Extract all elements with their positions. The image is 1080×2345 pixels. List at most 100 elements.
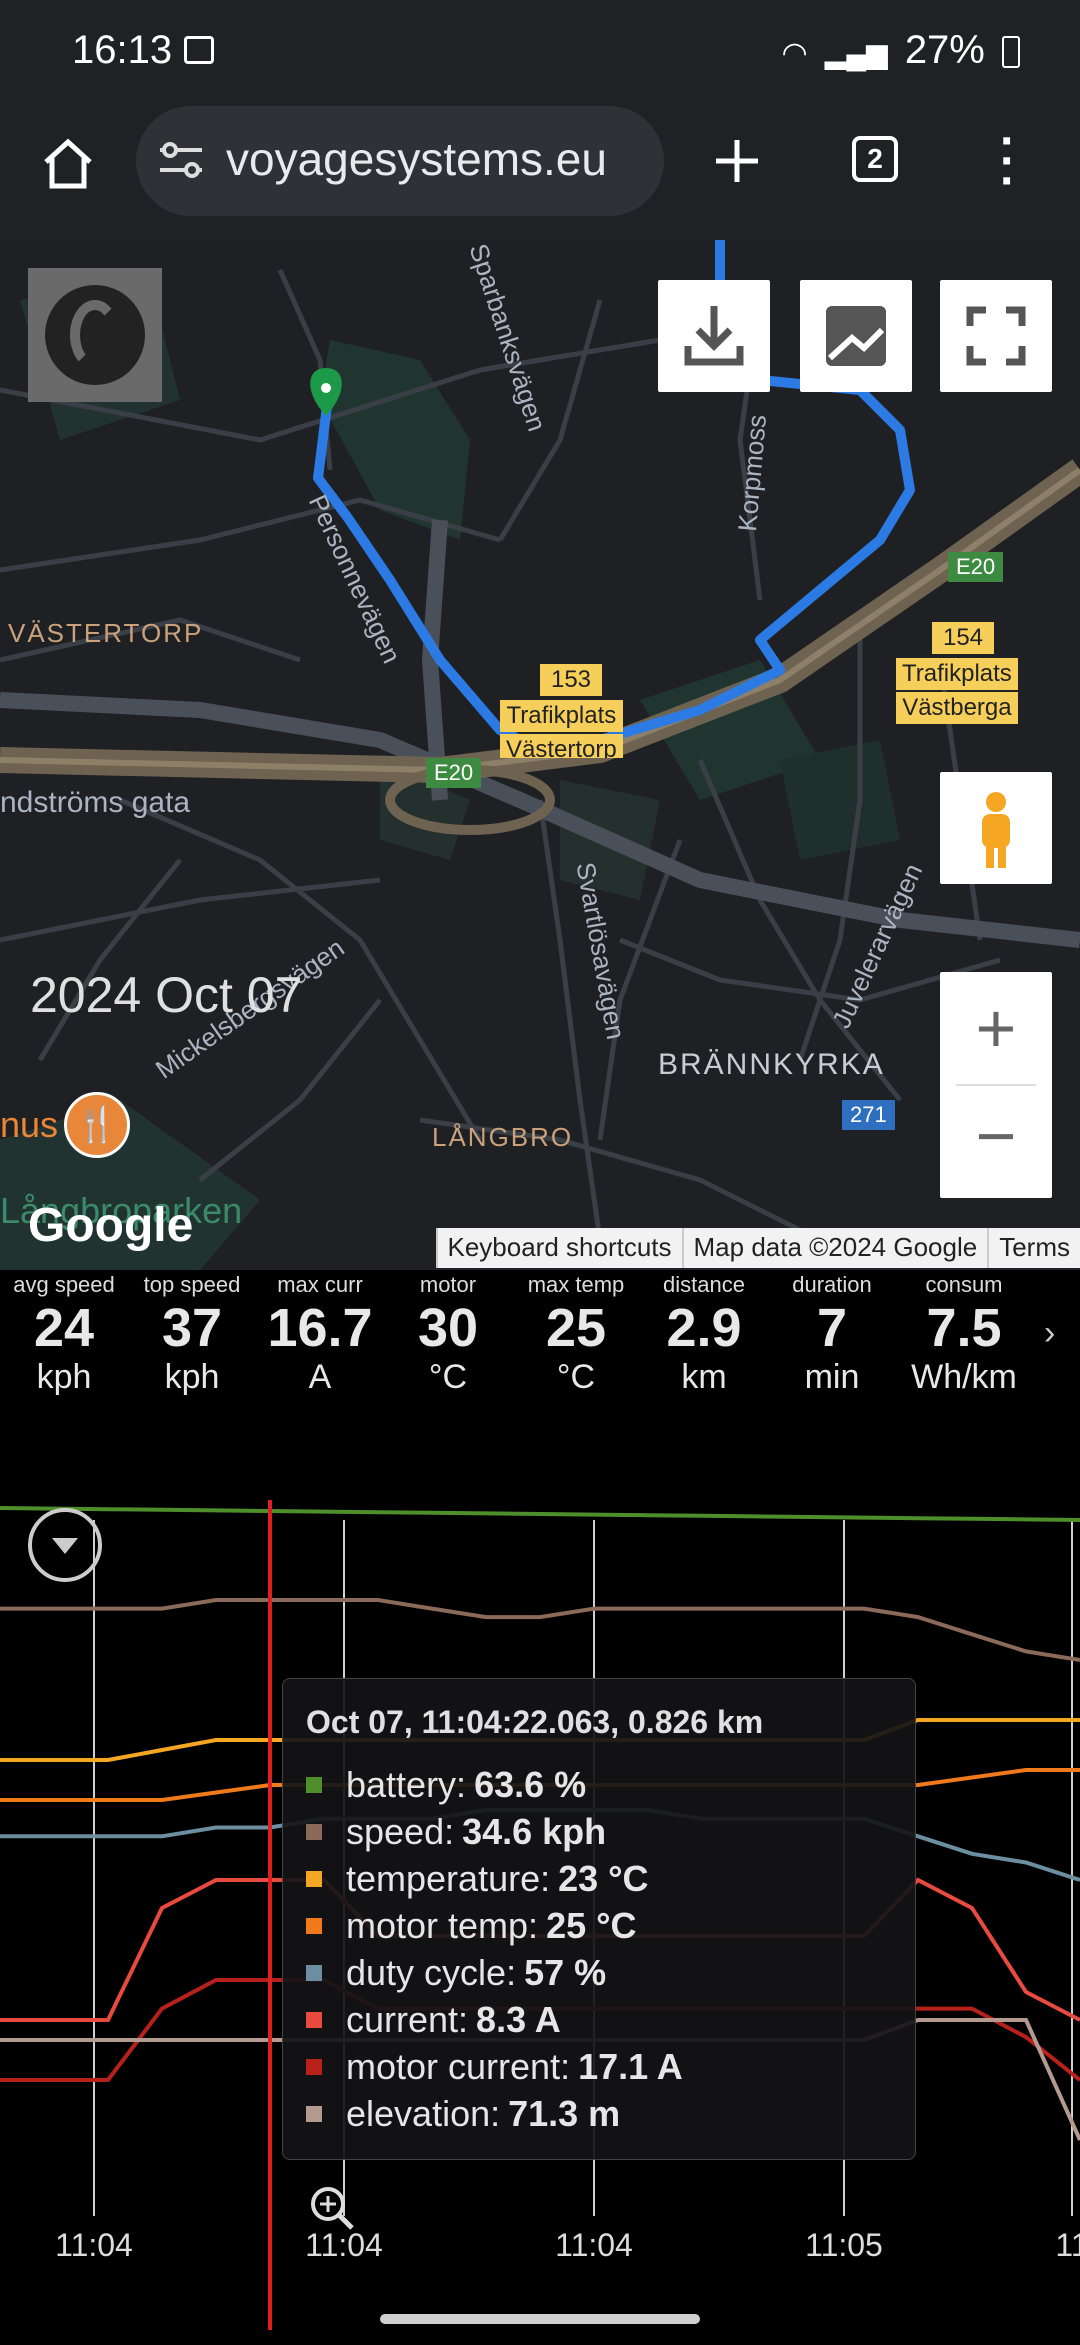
fullscreen-icon: [940, 280, 1052, 392]
interchange-number: 153: [540, 664, 602, 696]
home-indicator[interactable]: [380, 2314, 700, 2324]
stat-label: top speed: [128, 1272, 256, 1298]
stat-value: 2.9: [640, 1298, 768, 1358]
url-text[interactable]: voyagesystems.eu: [226, 132, 646, 186]
stat-avg-speed: avg speed 24 kph: [0, 1272, 128, 1397]
download-icon: [658, 280, 770, 392]
collapse-button[interactable]: [28, 1508, 102, 1582]
tooltip-series-name: temperature:: [346, 1858, 550, 1900]
terms-link[interactable]: Terms: [987, 1228, 1080, 1268]
new-tab-icon[interactable]: [712, 136, 762, 186]
stat-unit: kph: [0, 1358, 128, 1397]
tooltip-series-value: 23 °C: [558, 1858, 648, 1900]
tooltip-series-name: duty cycle:: [346, 1952, 516, 1994]
series-swatch: [306, 1824, 322, 1840]
tooltip-series-value: 8.3 A: [476, 1999, 561, 2041]
tooltip-row: battery: 63.6 %: [306, 1764, 586, 1806]
place-label: BRÄNNKYRKA: [658, 1048, 885, 1082]
interchange-154: 154 Trafikplats Västberga: [896, 622, 1018, 724]
fullscreen-button[interactable]: [940, 280, 1052, 392]
series-swatch: [306, 2059, 322, 2075]
highway-badge: E20: [948, 552, 1003, 582]
stat-label: motor: [384, 1272, 512, 1298]
tooltip-series-name: elevation:: [346, 2093, 500, 2135]
chevron-right-icon[interactable]: ›: [1044, 1314, 1055, 1353]
x-tick-label: 11:05: [805, 2227, 883, 2263]
interchange-sub: Västberga: [896, 692, 1018, 724]
keyboard-shortcuts-link[interactable]: Keyboard shortcuts: [436, 1228, 682, 1268]
trip-stats: avg speed 24 kph top speed 37 kph max cu…: [0, 1272, 1080, 1422]
poi-label: nus: [0, 1104, 58, 1146]
tooltip-row: motor current: 17.1 A: [306, 2046, 683, 2088]
stat-value: 24: [0, 1298, 128, 1358]
stat-top-speed: top speed 37 kph: [128, 1272, 256, 1397]
interchange-sub: Västertorp: [500, 734, 623, 758]
map-date: 2024 Oct 07: [30, 966, 302, 1024]
stat-label: distance: [640, 1272, 768, 1298]
stat-unit: min: [768, 1358, 896, 1397]
series-swatch: [306, 1918, 322, 1934]
stat-duration: duration 7 min: [768, 1272, 896, 1397]
tooltip-row: speed: 34.6 kph: [306, 1811, 606, 1853]
tooltip-series-name: speed:: [346, 1811, 454, 1853]
stat-value: 16.7: [256, 1298, 384, 1358]
site-settings-icon[interactable]: [156, 140, 206, 180]
tooltip-series-name: current:: [346, 1999, 468, 2041]
stat-unit: °C: [384, 1358, 512, 1397]
stat-label: avg speed: [0, 1272, 128, 1298]
stat-label: max curr: [256, 1272, 384, 1298]
tooltip-series-name: motor current:: [346, 2046, 570, 2088]
stat-unit: km: [640, 1358, 768, 1397]
street-view-button[interactable]: [940, 772, 1052, 884]
series-line: [0, 1600, 1080, 1660]
interchange-name: Trafikplats: [896, 658, 1018, 690]
map-data-text: Map data ©2024 Google: [682, 1228, 988, 1268]
zoom-icon[interactable]: [308, 2184, 356, 2232]
stat-label: duration: [768, 1272, 896, 1298]
status-icons: ◠ ▂▄▆ 27%: [781, 28, 1020, 73]
restaurant-icon[interactable]: 🍴: [64, 1092, 130, 1158]
map[interactable]: + − VÄSTERTORP BRÄNNKYRKA LÅNGBRO Långbr…: [0, 240, 1080, 1270]
stat-label: consum: [896, 1272, 1032, 1298]
image-icon: [800, 280, 912, 392]
stat-unit: kph: [128, 1358, 256, 1397]
tab-switcher-button[interactable]: 2: [852, 136, 898, 182]
tooltip-row: temperature: 23 °C: [306, 1858, 649, 1900]
road-label: ndströms gata: [0, 786, 190, 820]
tooltip-series-value: 25 °C: [546, 1905, 636, 1947]
series-swatch: [306, 1777, 322, 1793]
interchange-153: 153 Trafikplats Västertorp: [500, 664, 623, 758]
pegman-icon: [940, 772, 1052, 884]
tooltip-row: elevation: 71.3 m: [306, 2093, 620, 2135]
zoom-out-button[interactable]: −: [940, 1086, 1052, 1198]
map-attribution: Keyboard shortcuts Map data ©2024 Google…: [436, 1228, 1080, 1268]
stat-value: 30: [384, 1298, 512, 1358]
download-button[interactable]: [658, 280, 770, 392]
chevron-down-icon: [32, 1512, 98, 1578]
road-number-badge: 271: [842, 1100, 895, 1130]
stat-max-curr: max curr 16.7 A: [256, 1272, 384, 1397]
tooltip-series-value: 57 %: [524, 1952, 606, 1994]
series-swatch: [306, 2012, 322, 2028]
x-tick-label: 11:04: [555, 2227, 633, 2263]
stat-unit: °C: [512, 1358, 640, 1397]
stat-value: 25: [512, 1298, 640, 1358]
series-swatch: [306, 1965, 322, 1981]
stat-value: 37: [128, 1298, 256, 1358]
series-line: [0, 1508, 1080, 1520]
tooltip-series-name: motor temp:: [346, 1905, 538, 1947]
x-tick-label: 11:04: [305, 2227, 383, 2263]
tooltip-series-value: 71.3 m: [508, 2093, 620, 2135]
stat-max-temp: max temp 25 °C: [512, 1272, 640, 1397]
map-type-button[interactable]: [800, 280, 912, 392]
home-icon[interactable]: [40, 136, 96, 192]
battery-percent: 27%: [905, 28, 985, 72]
interchange-name: Trafikplats: [500, 700, 623, 732]
stat-motor: motor 30 °C: [384, 1272, 512, 1397]
interchange-number: 154: [932, 622, 994, 654]
menu-icon[interactable]: ···: [1000, 132, 1016, 192]
app-logo[interactable]: [28, 268, 162, 402]
zoom-in-button[interactable]: +: [940, 972, 1052, 1084]
tooltip-row: duty cycle: 57 %: [306, 1952, 606, 1994]
stat-value: 7.5: [896, 1298, 1032, 1358]
